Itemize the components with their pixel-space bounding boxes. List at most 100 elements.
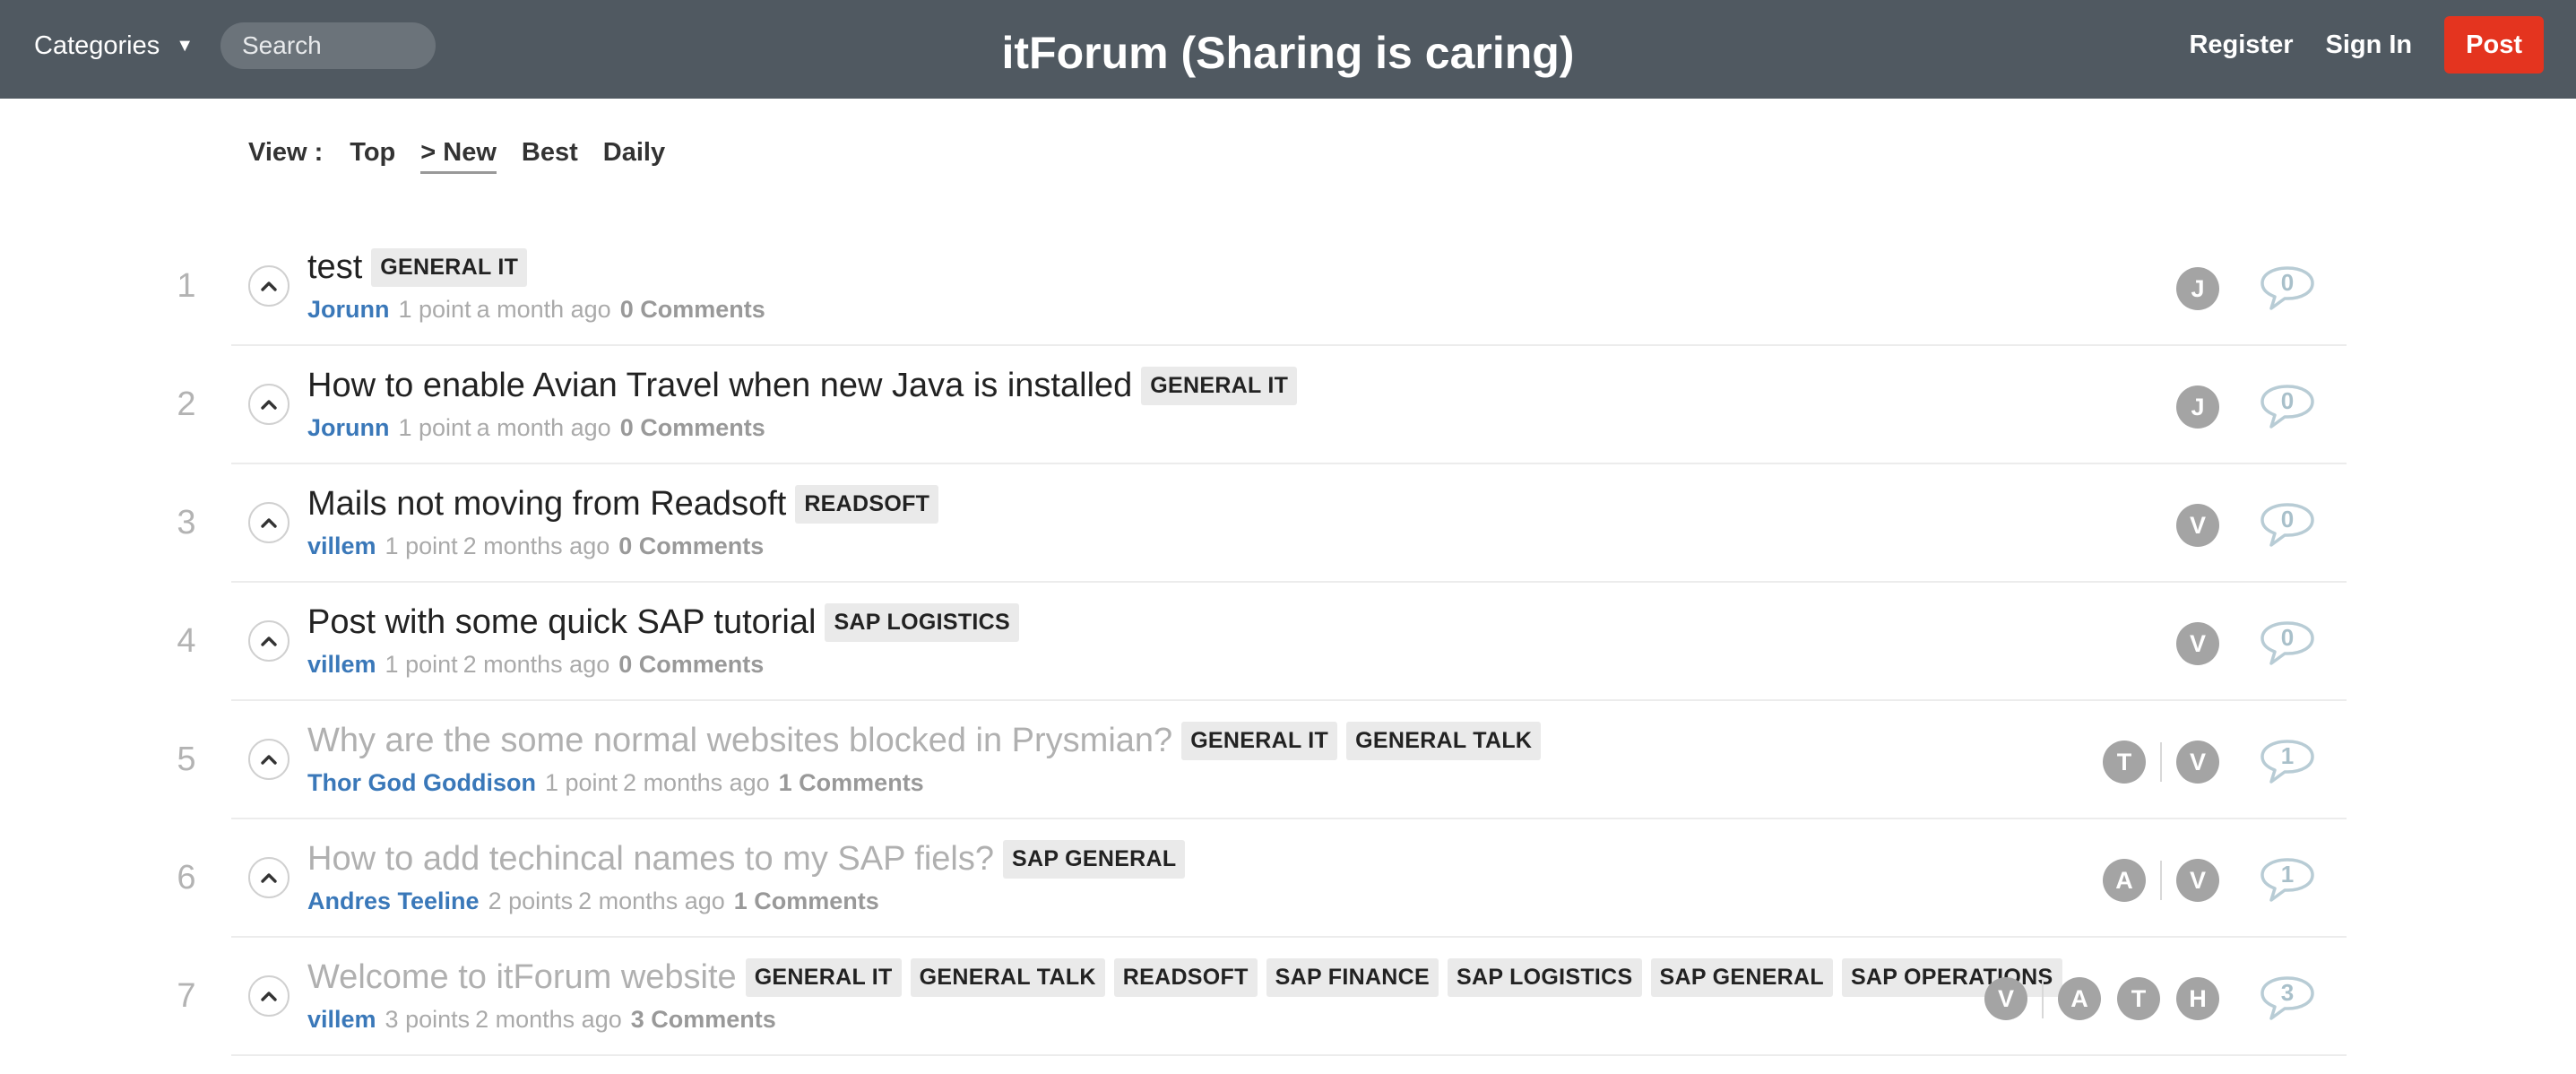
upvote-button[interactable] — [248, 857, 290, 898]
site-title[interactable]: itForum (Sharing is caring) — [1002, 28, 1575, 78]
account-nav: Register Sign In Post — [2189, 16, 2544, 74]
post-comments-link[interactable]: 0 Comments — [618, 651, 764, 678]
post-tags: GENERAL IT GENERAL TALK READSOFT SAP FINANC… — [745, 957, 2071, 997]
search-input[interactable] — [220, 22, 436, 69]
upvote-button[interactable] — [248, 739, 290, 780]
tag-badge[interactable]: READSOFT — [795, 484, 939, 524]
sign-in-link[interactable]: Sign In — [2325, 30, 2412, 60]
post-title[interactable]: How to add techincal names to my SAP fie… — [307, 840, 994, 879]
post-list: 1 test GENERAL IT Jorunn 1 point a month a… — [0, 228, 2576, 1056]
avatar-separator — [2160, 861, 2162, 900]
tag-badge[interactable]: GENERAL IT — [1181, 721, 1338, 760]
post-tags: READSOFT — [795, 484, 947, 524]
comment-count: 0 — [2280, 506, 2295, 533]
avatar[interactable]: J — [2176, 385, 2219, 429]
avatar[interactable]: J — [2176, 267, 2219, 310]
post-tags: GENERAL IT GENERAL TALK — [1181, 721, 1550, 760]
participant-avatars: J — [2160, 385, 2219, 429]
avatar[interactable]: T — [2117, 977, 2160, 1020]
post-participants: J 0 — [2160, 380, 2316, 434]
post-tags: GENERAL IT — [371, 247, 536, 287]
post-row: 3 Mails not moving from Readsoft READSOF… — [0, 464, 2576, 583]
post-author[interactable]: Thor God Goddison — [307, 769, 536, 796]
tag-badge[interactable]: SAP FINANCE — [1266, 957, 1439, 997]
post-comments-link[interactable]: 1 Comments — [734, 888, 879, 914]
view-option-best[interactable]: Best — [522, 138, 578, 171]
post-tags: SAP GENERAL — [1003, 839, 1194, 879]
post-button[interactable]: Post — [2444, 16, 2544, 74]
avatar[interactable]: V — [2176, 504, 2219, 547]
post-age: 2 months ago — [623, 769, 770, 796]
post-tags: SAP LOGISTICS — [825, 602, 1028, 642]
post-author[interactable]: Andres Teeline — [307, 888, 480, 914]
tag-badge[interactable]: SAP LOGISTICS — [1447, 957, 1642, 997]
avatar[interactable]: V — [2176, 859, 2219, 902]
post-title[interactable]: Post with some quick SAP tutorial — [307, 603, 816, 642]
comment-bubble[interactable]: 3 — [2259, 974, 2316, 1023]
avatar-separator — [2042, 979, 2044, 1018]
tag-badge[interactable]: SAP GENERAL — [1003, 839, 1186, 879]
post-comments-link[interactable]: 0 Comments — [620, 414, 765, 441]
avatar[interactable]: A — [2058, 977, 2101, 1020]
post-participants: V 0 — [2160, 617, 2316, 671]
row-divider — [231, 1054, 2347, 1056]
tag-badge[interactable]: GENERAL IT — [745, 957, 902, 997]
post-comments-link[interactable]: 1 Comments — [779, 769, 924, 796]
comment-bubble[interactable]: 1 — [2259, 738, 2316, 786]
post-age: 2 months ago — [462, 651, 610, 678]
upvote-button[interactable] — [248, 384, 290, 425]
upvote-button[interactable] — [248, 975, 290, 1017]
avatar[interactable]: V — [2176, 741, 2219, 784]
post-title-line: How to enable Avian Travel when new Java… — [307, 359, 2038, 412]
upvote-button[interactable] — [248, 265, 290, 307]
post-points: 1 point — [385, 533, 458, 559]
upvote-button[interactable] — [248, 502, 290, 543]
tag-badge[interactable]: GENERAL IT — [1141, 366, 1298, 405]
chevron-up-icon — [261, 755, 277, 765]
comment-bubble[interactable]: 0 — [2259, 619, 2316, 668]
avatar[interactable]: A — [2103, 859, 2146, 902]
comment-bubble[interactable]: 0 — [2259, 383, 2316, 431]
comment-bubble[interactable]: 0 — [2259, 264, 2316, 313]
post-row: 6 How to add techincal names to my SAP f… — [0, 819, 2576, 938]
register-link[interactable]: Register — [2189, 30, 2293, 60]
post-title[interactable]: Welcome to itForum website — [307, 958, 737, 997]
post-meta: Jorunn 1 point a month ago 0 Comments — [307, 296, 2038, 324]
post-comments-link[interactable]: 0 Comments — [620, 296, 765, 323]
view-option-new[interactable]: > New — [420, 138, 497, 174]
post-comments-link[interactable]: 0 Comments — [618, 533, 764, 559]
post-title-line: Why are the some normal websites blocked… — [307, 714, 2038, 767]
avatar[interactable]: T — [2103, 741, 2146, 784]
tag-badge[interactable]: GENERAL TALK — [1346, 721, 1542, 760]
avatar[interactable]: V — [2176, 622, 2219, 665]
comment-bubble[interactable]: 1 — [2259, 856, 2316, 905]
categories-dropdown[interactable]: Categories ▼ — [34, 27, 194, 65]
caret-down-icon: ▼ — [176, 35, 194, 56]
post-rank: 6 — [177, 859, 196, 896]
top-navigation-bar: Categories ▼ itForum (Sharing is caring)… — [0, 0, 2576, 99]
post-title[interactable]: Why are the some normal websites blocked… — [307, 722, 1172, 760]
post-meta: villem 1 point 2 months ago 0 Comments — [307, 533, 2038, 560]
post-title[interactable]: test — [307, 248, 362, 287]
post-author[interactable]: villem — [307, 533, 376, 559]
tag-badge[interactable]: GENERAL IT — [371, 247, 528, 287]
post-title[interactable]: How to enable Avian Travel when new Java… — [307, 367, 1132, 405]
comment-count: 3 — [2280, 979, 2295, 1006]
comment-bubble[interactable]: 0 — [2259, 501, 2316, 550]
post-author[interactable]: Jorunn — [307, 296, 390, 323]
tag-badge[interactable]: GENERAL TALK — [910, 957, 1105, 997]
tag-badge[interactable]: READSOFT — [1113, 957, 1258, 997]
view-option-daily[interactable]: Daily — [603, 138, 665, 171]
view-option-top[interactable]: Top — [350, 138, 395, 171]
upvote-button[interactable] — [248, 620, 290, 662]
post-author[interactable]: Jorunn — [307, 414, 390, 441]
post-author[interactable]: villem — [307, 651, 376, 678]
avatar[interactable]: V — [1984, 977, 2027, 1020]
view-label: View : — [248, 138, 324, 167]
post-title[interactable]: Mails not moving from Readsoft — [307, 485, 786, 524]
post-comments-link[interactable]: 3 Comments — [631, 1006, 776, 1033]
tag-badge[interactable]: SAP LOGISTICS — [825, 602, 1019, 642]
post-author[interactable]: villem — [307, 1006, 376, 1033]
avatar[interactable]: H — [2176, 977, 2219, 1020]
tag-badge[interactable]: SAP GENERAL — [1650, 957, 1833, 997]
